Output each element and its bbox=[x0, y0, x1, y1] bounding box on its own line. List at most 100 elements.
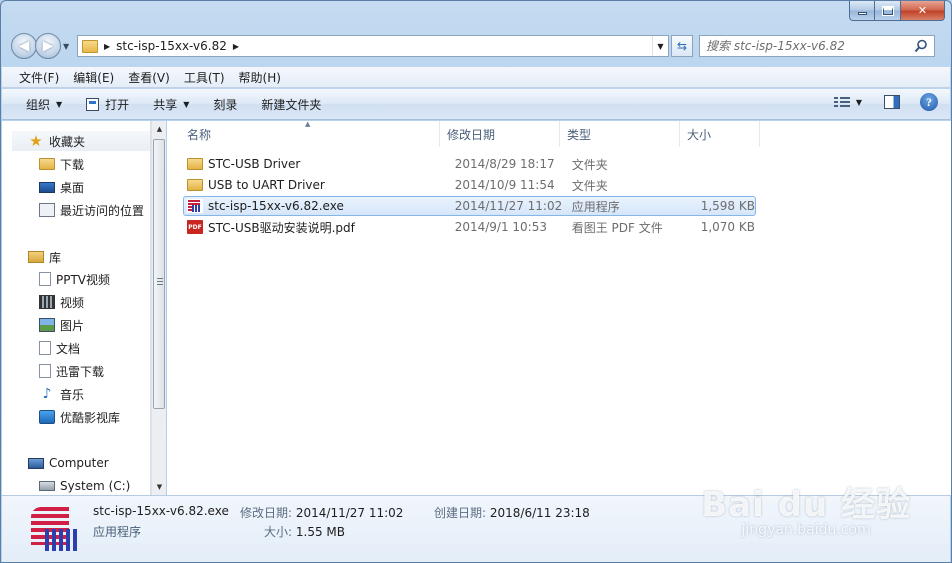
nav-label: System (C:) bbox=[60, 479, 131, 493]
stc-app-large-icon bbox=[29, 505, 77, 553]
folder-icon bbox=[82, 39, 98, 53]
open-label: 打开 bbox=[105, 97, 130, 112]
downloads-folder-icon bbox=[39, 158, 55, 170]
file-list: ▲ 名称 修改日期 类型 大小 STC-USB Driver 2014/8/29… bbox=[167, 120, 951, 495]
created-label: 创建日期: bbox=[434, 506, 487, 520]
maximize-icon bbox=[881, 5, 894, 16]
nav-videos[interactable]: 视频 bbox=[39, 292, 84, 312]
nav-pictures[interactable]: 图片 bbox=[39, 315, 84, 335]
column-size[interactable]: 大小 bbox=[680, 121, 760, 147]
new-folder-button[interactable]: 新建文件夹 bbox=[249, 92, 333, 116]
recent-pages-dropdown[interactable]: ▼ bbox=[63, 42, 73, 51]
view-dropdown[interactable]: ▼ bbox=[856, 98, 862, 107]
nav-libraries[interactable]: 库 bbox=[28, 247, 61, 267]
nav-documents[interactable]: 文档 bbox=[39, 338, 80, 358]
modified-value: 2014/11/27 11:02 bbox=[295, 506, 404, 520]
close-button[interactable]: ✕ bbox=[901, 1, 945, 21]
organize-button[interactable]: 组织 ▼ bbox=[14, 92, 74, 116]
nav-recent-places[interactable]: 最近访问的位置 bbox=[39, 200, 144, 220]
address-bar[interactable]: ▶ stc-isp-15xx-v6.82 ▶ ▼ bbox=[77, 35, 669, 57]
nav-pptv[interactable]: PPTV视频 bbox=[39, 269, 110, 289]
pdf-icon: PDF bbox=[187, 220, 203, 234]
nav-label: 图片 bbox=[60, 318, 85, 333]
column-type[interactable]: 类型 bbox=[560, 121, 680, 147]
burn-label: 刻录 bbox=[213, 97, 238, 112]
file-row-selected[interactable]: stc-isp-15xx-v6.82.exe 2014/11/27 11:02 … bbox=[183, 196, 756, 216]
share-button[interactable]: 共享 ▼ bbox=[141, 92, 201, 116]
menu-file[interactable]: 文件(F) bbox=[12, 69, 66, 86]
search-box[interactable] bbox=[699, 35, 935, 57]
refresh-button[interactable]: ⇆ bbox=[671, 35, 693, 57]
minimize-button[interactable] bbox=[849, 1, 875, 21]
maximize-button[interactable] bbox=[875, 1, 901, 21]
chevron-down-icon: ▼ bbox=[56, 99, 63, 109]
nav-music[interactable]: ♪ 音乐 bbox=[39, 384, 84, 404]
scroll-thumb[interactable] bbox=[153, 139, 165, 409]
folder-icon bbox=[187, 158, 203, 170]
file-name: USB to UART Driver bbox=[208, 178, 325, 192]
caption-buttons: ✕ bbox=[849, 1, 945, 21]
baidu-watermark: Bai du 经验 jingyan.baidu.com bbox=[701, 477, 911, 538]
file-date: 2014/11/27 11:02 bbox=[454, 199, 563, 213]
file-size: 1,070 KB bbox=[700, 220, 755, 234]
view-controls: ▼ ? bbox=[833, 93, 938, 111]
nav-label: 收藏夹 bbox=[49, 134, 86, 149]
help-icon[interactable]: ? bbox=[920, 93, 938, 111]
back-button[interactable]: ◀ bbox=[11, 33, 37, 59]
burn-button[interactable]: 刻录 bbox=[201, 92, 249, 116]
menu-bar: 文件(F) 编辑(E) 查看(V) 工具(T) 帮助(H) bbox=[2, 67, 950, 88]
column-label: 名称 bbox=[187, 127, 212, 142]
minimize-icon bbox=[857, 12, 867, 15]
scroll-up-icon[interactable]: ▲ bbox=[152, 121, 167, 137]
breadcrumb-current[interactable]: stc-isp-15xx-v6.82 bbox=[116, 39, 227, 53]
column-header: ▲ 名称 修改日期 类型 大小 bbox=[167, 120, 760, 147]
menu-edit[interactable]: 编辑(E) bbox=[66, 69, 121, 86]
scroll-down-icon[interactable]: ▼ bbox=[152, 479, 167, 495]
address-dropdown[interactable]: ▼ bbox=[652, 36, 668, 56]
file-name: STC-USB驱动安装说明.pdf bbox=[208, 220, 355, 235]
nav-favorites[interactable]: ★ 收藏夹 bbox=[12, 131, 150, 151]
breadcrumb-arrow-icon[interactable]: ▶ bbox=[233, 42, 239, 51]
column-label: 修改日期 bbox=[447, 127, 496, 142]
folder-icon bbox=[187, 179, 203, 191]
column-label: 大小 bbox=[687, 127, 712, 142]
nav-label: Computer bbox=[49, 456, 109, 470]
picture-icon bbox=[39, 318, 55, 332]
search-input[interactable] bbox=[706, 39, 906, 53]
nav-scrollbar[interactable]: ▲ ▼ bbox=[151, 121, 166, 495]
file-row[interactable]: STC-USB Driver 2014/8/29 18:17 文件夹 bbox=[183, 154, 756, 174]
nav-downloads[interactable]: 下载 bbox=[39, 154, 84, 174]
file-date: 2014/9/1 10:53 bbox=[454, 220, 547, 234]
chevron-down-icon: ▼ bbox=[183, 99, 190, 109]
nav-label: 迅雷下载 bbox=[56, 364, 105, 379]
nav-label: 最近访问的位置 bbox=[60, 203, 145, 218]
nav-computer[interactable]: Computer bbox=[28, 453, 109, 473]
open-button[interactable]: 打开 bbox=[74, 92, 141, 116]
organize-label: 组织 bbox=[26, 97, 51, 112]
nav-youku[interactable]: 优酷影视库 bbox=[39, 407, 120, 427]
column-date[interactable]: 修改日期 bbox=[440, 121, 560, 147]
search-icon[interactable] bbox=[914, 39, 928, 53]
menu-help[interactable]: 帮助(H) bbox=[232, 69, 288, 86]
computer-icon bbox=[28, 457, 44, 469]
breadcrumb-arrow-icon[interactable]: ▶ bbox=[104, 42, 110, 51]
preview-pane-icon[interactable] bbox=[884, 95, 900, 109]
nav-system-c[interactable]: System (C:) bbox=[39, 476, 130, 495]
menu-tools[interactable]: 工具(T) bbox=[177, 69, 232, 86]
share-label: 共享 bbox=[153, 97, 178, 112]
column-name[interactable]: ▲ 名称 bbox=[167, 120, 440, 147]
file-row[interactable]: USB to UART Driver 2014/10/9 11:54 文件夹 bbox=[183, 175, 756, 195]
view-details-icon[interactable] bbox=[833, 96, 850, 108]
nav-desktop[interactable]: 桌面 bbox=[39, 177, 84, 197]
refresh-icon: ⇆ bbox=[676, 39, 688, 53]
command-bar: 组织 ▼ 打开 共享 ▼ 刻录 新建文件夹 ▼ ? bbox=[2, 89, 950, 120]
file-name: stc-isp-15xx-v6.82.exe bbox=[208, 199, 344, 213]
forward-button[interactable]: ▶ bbox=[35, 33, 61, 59]
nav-xunlei[interactable]: 迅雷下载 bbox=[39, 361, 104, 381]
menu-view[interactable]: 查看(V) bbox=[121, 69, 177, 86]
xunlei-icon bbox=[39, 364, 51, 378]
sort-ascending-icon: ▲ bbox=[305, 120, 311, 128]
details-file-name: stc-isp-15xx-v6.82.exe bbox=[93, 504, 229, 518]
file-row[interactable]: PDF STC-USB驱动安装说明.pdf 2014/9/1 10:53 看图王… bbox=[183, 217, 756, 237]
file-date: 2014/10/9 11:54 bbox=[454, 178, 555, 192]
